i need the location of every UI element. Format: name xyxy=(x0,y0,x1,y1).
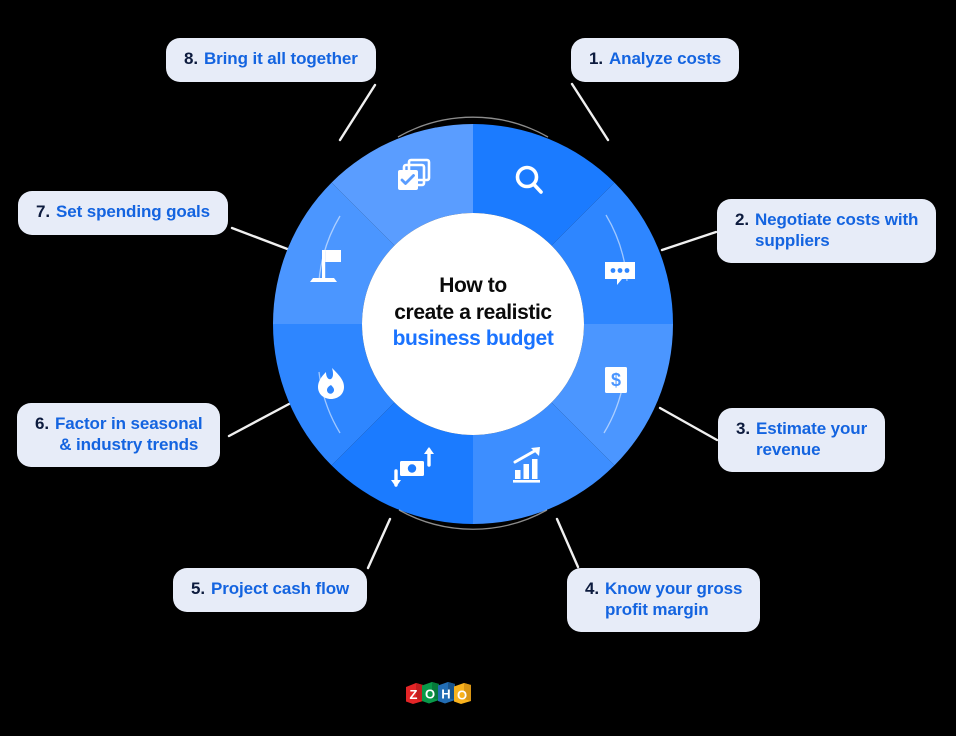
connector-line-8 xyxy=(338,83,377,142)
chat-bubble-icon xyxy=(605,262,635,285)
step-number-5: 5. xyxy=(191,579,205,598)
flag-icon xyxy=(310,250,341,282)
center-title-line-2: create a realistic xyxy=(394,300,552,324)
segment-4 xyxy=(473,324,629,545)
step-text-2: Negotiate costs with suppliers xyxy=(754,210,919,250)
svg-text:Z: Z xyxy=(410,687,418,702)
step-number-7: 7. xyxy=(36,202,50,221)
step-number-1: 1. xyxy=(589,49,603,68)
connector-line-5 xyxy=(366,517,392,570)
step-text-8: Bring it all together xyxy=(203,49,358,68)
step-number-8: 8. xyxy=(184,49,198,68)
donut-wheel: $ xyxy=(252,103,693,545)
step-label-1[interactable]: 1. Analyze costs xyxy=(571,38,740,82)
svg-text:$: $ xyxy=(611,370,621,390)
step-text-4: Know your gross profit margin xyxy=(604,579,743,619)
connector-line-1 xyxy=(570,82,610,142)
step-number-2: 2. xyxy=(735,210,749,229)
connector-line-2 xyxy=(660,230,718,252)
step-label-6[interactable]: 6. Factor in seasonal & industry trends xyxy=(17,403,221,468)
svg-text:O: O xyxy=(425,687,435,702)
connector-lines xyxy=(227,82,719,570)
step-text-1: Analyze costs xyxy=(608,49,722,68)
stacked-cards-check-icon xyxy=(398,158,431,190)
svg-text:O: O xyxy=(457,688,467,703)
step-label-7[interactable]: 7. Set spending goals xyxy=(18,191,229,235)
search-icon xyxy=(515,165,543,194)
connector-line-7 xyxy=(230,226,292,252)
center-title-line-1: How to xyxy=(439,274,507,297)
connector-line-4 xyxy=(555,517,580,569)
dollar-bill-icon: $ xyxy=(605,367,627,393)
segment-5 xyxy=(317,324,473,545)
infographic-canvas: $ How to create a realistic business bud… xyxy=(0,0,956,736)
step-text-5: Project cash flow xyxy=(210,579,350,598)
step-label-3[interactable]: 3. Estimate your revenue xyxy=(718,408,886,473)
step-label-2[interactable]: 2. Negotiate costs with suppliers xyxy=(717,199,937,264)
step-label-4[interactable]: 4. Know your gross profit margin xyxy=(567,568,761,633)
center-title: How to create a realistic business budge… xyxy=(372,273,574,353)
flame-icon xyxy=(318,368,344,399)
center-title-line-3: business budget xyxy=(392,327,554,351)
step-text-7: Set spending goals xyxy=(55,202,211,221)
connector-line-6 xyxy=(227,402,291,438)
step-label-5[interactable]: 5. Project cash flow xyxy=(173,568,368,612)
cash-flow-icon xyxy=(391,447,434,487)
step-text-3: Estimate your revenue xyxy=(755,419,868,459)
step-number-4: 4. xyxy=(585,579,599,598)
bar-chart-growth-icon xyxy=(513,447,540,483)
svg-text:H: H xyxy=(441,687,450,702)
connector-line-3 xyxy=(658,406,719,442)
step-text-6: Factor in seasonal & industry trends xyxy=(54,414,203,454)
step-number-3: 3. xyxy=(736,419,750,438)
step-label-8[interactable]: 8. Bring it all together xyxy=(166,38,376,82)
zoho-logo: Z O H O xyxy=(406,682,471,704)
step-number-6: 6. xyxy=(35,414,49,433)
